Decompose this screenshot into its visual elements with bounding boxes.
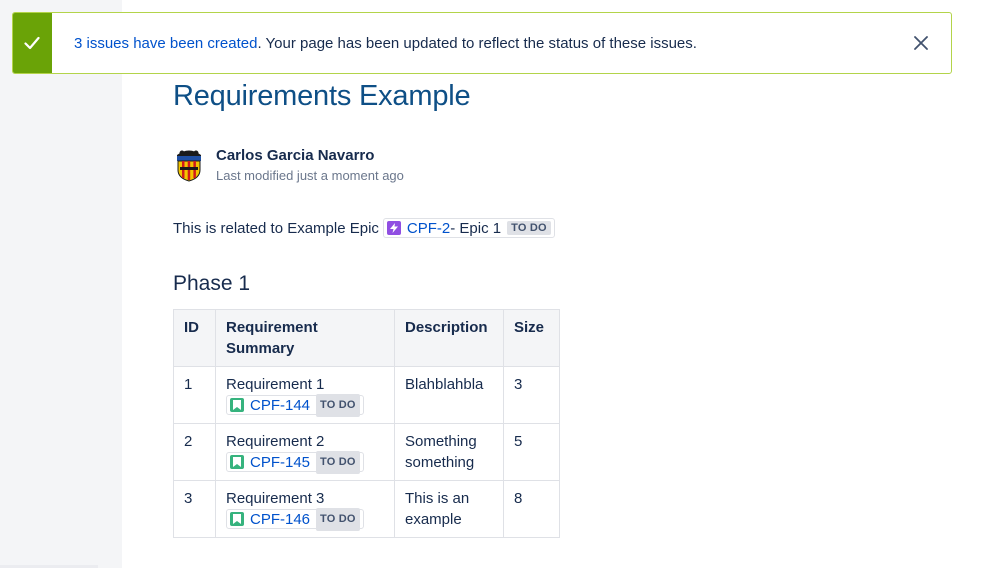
cell-summary: Requirement 3 CPF-146 TO DO [215, 480, 395, 538]
last-modified: Last modified just a moment ago [216, 168, 404, 183]
page-title: Requirements Example [173, 80, 471, 112]
close-icon[interactable] [901, 23, 941, 63]
description-line: something [405, 454, 475, 471]
column-header-size: Size [503, 309, 560, 367]
description-line: Something [405, 433, 477, 450]
status-badge: TO DO [316, 450, 360, 474]
cell-id: 2 [173, 423, 216, 481]
avatar[interactable] [173, 146, 205, 182]
epic-key-link[interactable]: CPF-2 [407, 220, 450, 237]
table-row: 1 Requirement 1 CPF-144 TO DO Blahblahbl… [173, 366, 560, 424]
column-header-id: ID [173, 309, 216, 367]
issue-macro[interactable]: CPF-144 TO DO [226, 393, 364, 417]
issue-key-link[interactable]: CPF-146 [250, 509, 310, 530]
cell-summary: Requirement 1 CPF-144 TO DO [215, 366, 395, 424]
epic-issue-macro[interactable]: CPF-2 - Epic 1 TO DO [382, 218, 555, 238]
status-badge: TO DO [316, 393, 360, 417]
requirement-title: Requirement 2 [226, 433, 325, 450]
requirement-title: Requirement 1 [226, 376, 325, 393]
story-bookmark-icon [230, 512, 244, 526]
created-issues-link[interactable]: 3 issues have been created [74, 35, 257, 52]
description-line: example [405, 511, 462, 528]
cell-summary: Requirement 2 CPF-145 TO DO [215, 423, 395, 481]
cell-size: 8 [503, 480, 560, 538]
cell-description: This is an example [394, 480, 504, 538]
status-badge: TO DO [316, 507, 360, 531]
left-sidebar [0, 0, 122, 568]
section-heading: Phase 1 [173, 272, 251, 295]
requirements-table: ID Requirement Summary Description Size 1… [173, 309, 560, 538]
column-header-description: Description [394, 309, 504, 367]
page-byline: Carlos Garcia Navarro Last modified just… [173, 146, 404, 186]
flag-message: 3 issues have been created. Your page ha… [52, 35, 901, 52]
cell-size: 5 [503, 423, 560, 481]
table-header-row: ID Requirement Summary Description Size [173, 309, 560, 367]
column-header-summary: Requirement Summary [215, 309, 395, 367]
table-row: 2 Requirement 2 CPF-145 TO DO Something s… [173, 423, 560, 481]
check-icon [13, 13, 52, 73]
story-bookmark-icon [230, 398, 244, 412]
author-name[interactable]: Carlos Garcia Navarro [216, 146, 404, 166]
epic-summary: - Epic 1 [450, 219, 502, 237]
epic-lightning-icon [386, 221, 401, 235]
issue-macro[interactable]: CPF-145 TO DO [226, 450, 364, 474]
description-line: Blahblahbla [405, 376, 484, 393]
story-bookmark-icon [230, 455, 244, 469]
related-epic-paragraph: This is related to Example Epic CPF-2 - … [173, 217, 555, 239]
cell-id: 1 [173, 366, 216, 424]
cell-description: Something something [394, 423, 504, 481]
column-header-summary-line2: Summary [226, 340, 295, 357]
status-badge: TO DO [507, 221, 551, 235]
byline-text: Carlos Garcia Navarro Last modified just… [216, 146, 404, 186]
cell-id: 3 [173, 480, 216, 538]
description-line: This is an [405, 490, 470, 507]
requirement-title: Requirement 3 [226, 490, 325, 507]
cell-description: Blahblahbla [394, 366, 504, 424]
table-row: 3 Requirement 3 CPF-146 TO DO This is an… [173, 480, 560, 538]
success-flag: 3 issues have been created. Your page ha… [12, 12, 952, 74]
related-text: This is related to Example Epic [173, 219, 379, 237]
cell-size: 3 [503, 366, 560, 424]
issue-key-link[interactable]: CPF-145 [250, 452, 310, 473]
issue-macro[interactable]: CPF-146 TO DO [226, 507, 364, 531]
flag-message-text: . Your page has been updated to reflect … [257, 34, 697, 52]
issue-key-link[interactable]: CPF-144 [250, 395, 310, 416]
column-header-summary-line1: Requirement [226, 319, 318, 336]
